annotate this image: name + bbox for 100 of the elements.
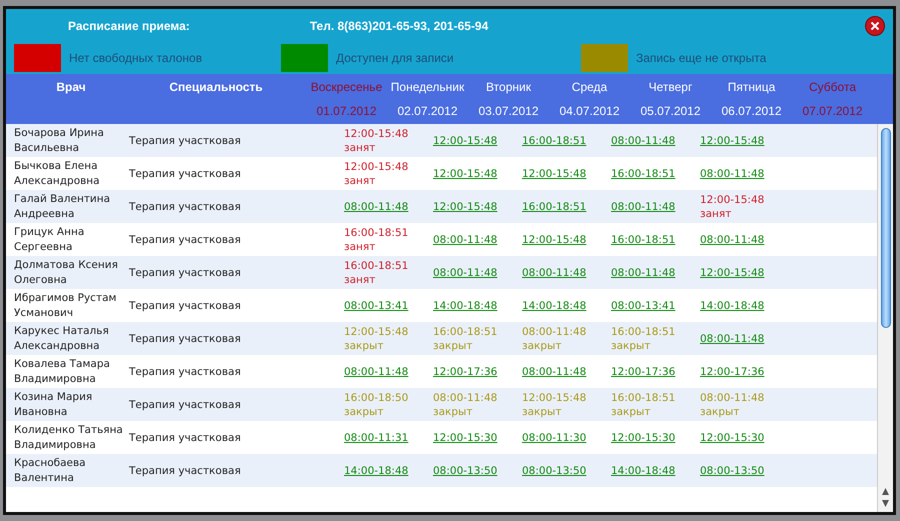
time-slot[interactable]: 12:00-15:48 bbox=[522, 390, 586, 404]
phone-number: Тел. 8(863)201-65-93, 201-65-94 bbox=[310, 18, 490, 32]
time-slot[interactable]: 12:00-15:48 bbox=[344, 324, 408, 338]
time-slot-link[interactable]: 12:00-15:48 bbox=[433, 134, 498, 148]
specialty-cell-text: Терапия участковая bbox=[128, 464, 242, 476]
day-date: 02.07.2012 bbox=[397, 104, 458, 118]
time-slot-link[interactable]: 08:00-11:48 bbox=[433, 266, 498, 280]
time-slot-link[interactable]: 08:00-13:50 bbox=[433, 464, 498, 478]
slot-status: закрыт bbox=[433, 338, 472, 352]
time-slot-link[interactable]: 12:00-15:48 bbox=[433, 166, 498, 180]
doctor-name: Козина Мария Ивановна bbox=[14, 390, 94, 420]
time-slot-link[interactable]: 08:00-11:48 bbox=[344, 364, 408, 378]
specialty-cell-text: Терапия участковая bbox=[128, 366, 242, 378]
time-slot[interactable]: 16:00-18:51 bbox=[611, 390, 676, 404]
time-slot-link[interactable]: 12:00-15:48 bbox=[700, 266, 764, 280]
time-slot-link[interactable]: 08:00-11:48 bbox=[700, 232, 764, 246]
doctor-name: Грицук Анна Сергеевна bbox=[14, 224, 86, 254]
doctor-name: Колиденко Татьяна Владимировна bbox=[14, 422, 124, 452]
time-slot-link[interactable]: 08:00-11:48 bbox=[700, 332, 764, 346]
day-name: Вторник bbox=[486, 80, 531, 94]
time-slot[interactable]: 16:00-18:51 bbox=[433, 324, 498, 338]
doctor-name: Долматова Ксения Олеговна bbox=[14, 258, 119, 288]
time-slot[interactable]: 16:00-18:51 bbox=[611, 324, 676, 338]
day-date: 01.07.2012 bbox=[316, 104, 377, 118]
legend-label: Нет свободных талонов bbox=[69, 51, 202, 65]
time-slot[interactable]: 16:00-18:50 bbox=[344, 390, 408, 404]
time-slot-link[interactable]: 08:00-11:48 bbox=[611, 200, 676, 214]
time-slot-link[interactable]: 16:00-18:51 bbox=[611, 232, 676, 246]
time-slot-link[interactable]: 14:00-18:48 bbox=[611, 464, 676, 478]
time-slot-link[interactable]: 12:00-17:36 bbox=[700, 364, 764, 378]
slot-status: закрыт bbox=[611, 338, 650, 352]
time-slot-link[interactable]: 12:00-15:30 bbox=[611, 430, 676, 444]
specialty-cell-text: Терапия участковая bbox=[128, 234, 242, 246]
specialty-cell-text: Терапия участковая bbox=[128, 332, 242, 344]
slot-status: занят bbox=[344, 174, 376, 188]
time-slot[interactable]: 12:00-15:48 bbox=[344, 126, 408, 140]
time-slot-link[interactable]: 14:00-18:48 bbox=[700, 298, 764, 312]
time-slot-link[interactable]: 08:00-11:48 bbox=[522, 266, 586, 280]
time-slot-link[interactable]: 12:00-15:48 bbox=[433, 200, 498, 214]
time-slot-link[interactable]: 12:00-15:48 bbox=[522, 166, 586, 180]
time-slot[interactable]: 08:00-11:48 bbox=[522, 324, 586, 338]
slot-status: закрыт bbox=[344, 338, 384, 352]
slot-status: занят bbox=[700, 206, 732, 220]
day-date: 04.07.2012 bbox=[559, 104, 620, 118]
doctor-name: Ковалева Тамара Владимировна bbox=[14, 356, 111, 386]
time-slot-link[interactable]: 08:00-11:31 bbox=[344, 430, 408, 444]
legend-label: Запись еще не открыта bbox=[636, 51, 766, 65]
time-slot[interactable]: 12:00-15:48 bbox=[700, 192, 764, 206]
time-slot-link[interactable]: 14:00-18:48 bbox=[344, 464, 408, 478]
slot-status: занят bbox=[344, 140, 376, 154]
slot-status: занят bbox=[344, 240, 376, 254]
time-slot[interactable]: 08:00-11:48 bbox=[700, 390, 764, 404]
column-header: Врач bbox=[56, 80, 86, 94]
column-header: Специальность bbox=[169, 80, 263, 94]
time-slot-link[interactable]: 08:00-13:50 bbox=[522, 464, 586, 478]
time-slot[interactable]: 16:00-18:51 bbox=[344, 258, 408, 272]
specialty-cell-text: Терапия участковая bbox=[128, 200, 242, 212]
specialty-cell-text: Терапия участковая bbox=[128, 398, 242, 410]
slot-status: закрыт bbox=[344, 404, 384, 418]
slot-status: закрыт bbox=[433, 404, 472, 418]
time-slot-link[interactable]: 14:00-18:48 bbox=[433, 298, 498, 312]
time-slot[interactable]: 16:00-18:51 bbox=[344, 226, 408, 240]
time-slot-link[interactable]: 08:00-11:48 bbox=[433, 232, 498, 246]
time-slot-link[interactable]: 16:00-18:51 bbox=[522, 200, 586, 214]
scroll-down-icon[interactable] bbox=[881, 499, 890, 508]
time-slot-link[interactable]: 08:00-13:41 bbox=[344, 298, 408, 312]
time-slot-link[interactable]: 08:00-11:48 bbox=[611, 134, 676, 148]
slot-status: закрыт bbox=[522, 404, 562, 418]
time-slot[interactable]: 08:00-11:48 bbox=[433, 390, 498, 404]
time-slot-link[interactable]: 08:00-11:48 bbox=[522, 364, 586, 378]
time-slot-link[interactable]: 08:00-11:48 bbox=[344, 200, 408, 214]
specialty-cell-text: Терапия участковая bbox=[128, 432, 242, 444]
time-slot-link[interactable]: 08:00-13:50 bbox=[700, 464, 764, 478]
doctor-name: Бочарова Ирина Васильевна bbox=[14, 126, 105, 156]
day-date: 03.07.2012 bbox=[478, 104, 539, 118]
dialog-title: Расписание приема: bbox=[68, 18, 190, 32]
slot-status: занят bbox=[344, 272, 376, 286]
time-slot-link[interactable]: 08:00-11:48 bbox=[611, 266, 676, 280]
specialty-cell-text: Терапия участковая bbox=[128, 134, 242, 146]
time-slot-link[interactable]: 08:00-11:30 bbox=[522, 430, 586, 444]
day-name: Пятница bbox=[728, 80, 776, 94]
time-slot-link[interactable]: 12:00-15:48 bbox=[522, 232, 586, 246]
time-slot-link[interactable]: 12:00-15:30 bbox=[433, 430, 498, 444]
close-icon[interactable] bbox=[865, 16, 885, 36]
time-slot-link[interactable]: 08:00-11:48 bbox=[700, 166, 764, 180]
time-slot[interactable]: 12:00-15:48 bbox=[344, 160, 408, 174]
time-slot-link[interactable]: 12:00-15:48 bbox=[700, 134, 764, 148]
slot-status: закрыт bbox=[700, 404, 740, 418]
scrollbar[interactable] bbox=[877, 124, 893, 512]
time-slot-link[interactable]: 16:00-18:51 bbox=[522, 134, 586, 148]
day-name: Среда bbox=[572, 80, 608, 94]
scroll-up-icon[interactable] bbox=[881, 487, 890, 496]
scroll-thumb[interactable] bbox=[880, 128, 890, 328]
time-slot-link[interactable]: 12:00-17:36 bbox=[611, 364, 676, 378]
time-slot-link[interactable]: 16:00-18:51 bbox=[611, 166, 676, 180]
time-slot-link[interactable]: 12:00-17:36 bbox=[433, 364, 498, 378]
slot-status: закрыт bbox=[522, 338, 562, 352]
time-slot-link[interactable]: 14:00-18:48 bbox=[522, 298, 586, 312]
time-slot-link[interactable]: 12:00-15:30 bbox=[700, 430, 764, 444]
time-slot-link[interactable]: 08:00-13:41 bbox=[611, 298, 676, 312]
